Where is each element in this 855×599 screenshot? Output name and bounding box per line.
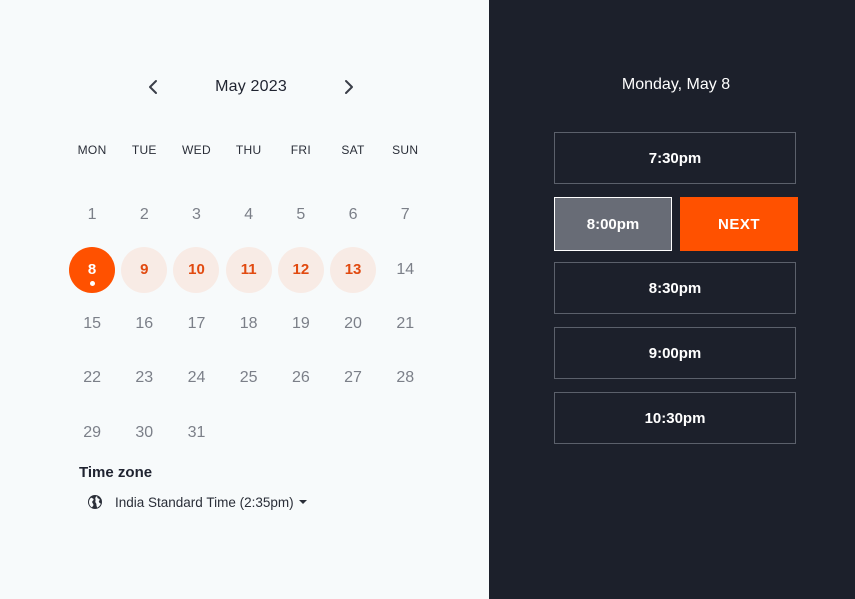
prev-month-button[interactable]: [140, 72, 166, 102]
day-unavailable: 15: [83, 314, 101, 332]
day-unavailable: 27: [344, 369, 362, 387]
weekday-header: SAT: [341, 143, 365, 157]
day-number: 13: [344, 261, 362, 279]
selected-date-title: Monday, May 8: [621, 76, 731, 93]
day-unavailable: 16: [135, 314, 154, 332]
next-button[interactable]: NEXT: [680, 197, 798, 251]
day-circle: 13: [330, 246, 377, 293]
grid-spacer: [275, 162, 327, 188]
day-unavailable: 26: [291, 369, 310, 387]
grid-spacer: [223, 162, 275, 188]
weekday-header: FRI: [290, 143, 311, 157]
time-slot-selected[interactable]: 8:00pm: [554, 197, 672, 251]
day-number: 10: [188, 261, 205, 279]
time-slots-panel: Monday, May 8 7:30pm 8:00pm 8:30pm 9:00pm 10…: [489, 0, 855, 599]
day-unavailable: 2: [139, 206, 149, 224]
day-circle: 12: [277, 246, 324, 293]
timezone-value: India Standard Time (2:35pm): [115, 494, 294, 510]
day-circle: 11: [225, 246, 272, 293]
grid-spacer: [170, 162, 222, 188]
day-empty: [275, 406, 327, 460]
next-month-button[interactable]: [336, 72, 362, 102]
day-unavailable: 7: [400, 206, 410, 224]
grid-spacer: [118, 162, 170, 188]
globe-icon: [88, 495, 102, 509]
selected-dot-icon: [89, 280, 95, 286]
month-label: May 2023: [215, 78, 287, 95]
timezone-title: Time zone: [79, 464, 153, 481]
day-available[interactable]: 10: [170, 242, 222, 296]
day-number: 12: [292, 261, 310, 279]
time-slot[interactable]: 10:30pm: [554, 392, 796, 444]
day-unavailable: 3: [192, 206, 201, 224]
grid-spacer: [66, 162, 118, 188]
calendar-grid: MON TUE WED THU FRI SAT SUN 1 2 3 4 5 6 7 8 9 10 11 12 13 14…: [66, 138, 431, 460]
day-circle: 9: [121, 246, 168, 293]
day-unavailable: 14: [396, 260, 415, 278]
timezone-selector[interactable]: India Standard Time (2:35pm): [87, 492, 307, 512]
day-number: 11: [240, 261, 257, 279]
weekday-header: TUE: [131, 143, 157, 157]
weekday-header: WED: [182, 143, 211, 157]
day-empty: [223, 406, 275, 460]
weekday-header: SUN: [392, 143, 419, 157]
day-unavailable: 5: [296, 206, 306, 224]
time-slot[interactable]: 7:30pm: [554, 132, 796, 184]
time-slot[interactable]: 8:30pm: [554, 262, 796, 314]
chevron-left-icon: [149, 80, 157, 94]
day-empty: [327, 406, 379, 460]
calendar-panel: May 2023 MON TUE WED THU FRI SAT SUN 1 2 3 4 5 6 7 8 9 1…: [0, 0, 489, 599]
day-unavailable: 23: [135, 369, 154, 387]
day-unavailable: 28: [396, 369, 415, 387]
weekday-header: THU: [235, 143, 262, 157]
day-empty: [379, 406, 431, 460]
day-unavailable: 24: [187, 369, 206, 387]
day-unavailable: 31: [187, 423, 206, 441]
day-unavailable: 18: [239, 314, 258, 332]
day-unavailable: 30: [135, 423, 154, 441]
day-unavailable: 1: [87, 206, 97, 224]
calendar-header: May 2023: [140, 72, 362, 102]
day-number: 9: [140, 261, 149, 279]
day-unavailable: 20: [344, 314, 362, 332]
day-available[interactable]: 13: [327, 242, 379, 296]
day-unavailable: 25: [239, 369, 258, 387]
grid-spacer: [327, 162, 379, 188]
day-unavailable: 4: [244, 206, 254, 224]
day-available[interactable]: 11: [223, 242, 275, 296]
day-unavailable: 22: [83, 369, 101, 387]
day-circle: 8: [69, 246, 116, 293]
day-available[interactable]: 9: [118, 242, 170, 296]
day-unavailable: 29: [83, 423, 101, 441]
grid-spacer: [379, 162, 431, 188]
day-unavailable: 17: [187, 314, 206, 332]
day-number: 8: [87, 261, 97, 279]
day-available[interactable]: 12: [275, 242, 327, 296]
day-unavailable: 21: [396, 314, 415, 332]
weekday-header: MON: [77, 143, 107, 157]
day-unavailable: 6: [348, 206, 358, 224]
day-circle: 10: [173, 246, 220, 293]
day-selected[interactable]: 8: [66, 242, 118, 296]
caret-down-icon: [298, 500, 307, 504]
chevron-right-icon: [345, 80, 353, 94]
time-slot[interactable]: 9:00pm: [554, 327, 796, 379]
day-unavailable: 19: [291, 314, 310, 332]
